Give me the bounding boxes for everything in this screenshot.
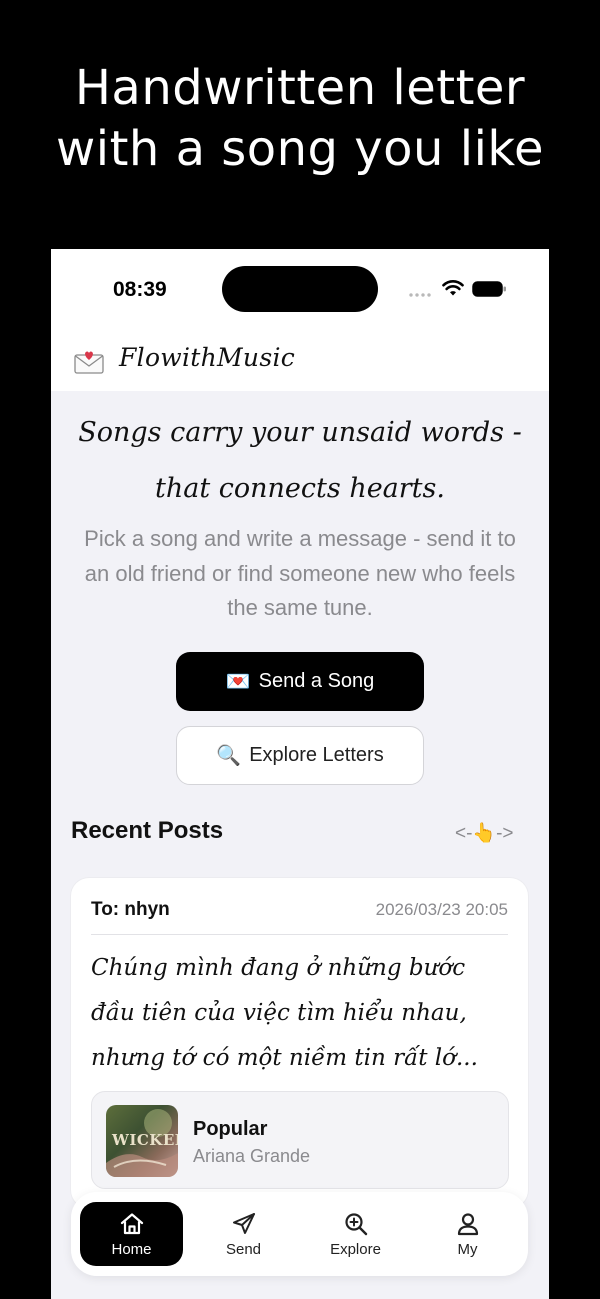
swipe-hint: <-👆->	[455, 823, 514, 844]
love-letter-icon: 💌	[225, 671, 251, 693]
album-cover-title: WICKED	[112, 1131, 178, 1149]
cellular-signal-icon	[408, 293, 432, 297]
wifi-icon	[442, 280, 464, 296]
tab-home[interactable]: Home	[80, 1202, 183, 1266]
post-recipient: To: nhyn	[91, 899, 170, 920]
tagline-line-2: that connects hearts.	[155, 473, 445, 504]
post-divider	[91, 934, 508, 935]
send-icon	[232, 1213, 255, 1234]
intro-description: Pick a song and write a message - send i…	[84, 526, 516, 620]
app-header: FlowithMusic	[51, 337, 549, 391]
status-bar: 08:39	[51, 249, 549, 337]
tab-my[interactable]: My	[416, 1202, 519, 1266]
tab-explore-label: Explore	[330, 1241, 381, 1258]
album-cover: WICKED	[106, 1105, 178, 1177]
send-a-song-button[interactable]: 💌 Send a Song	[176, 652, 424, 711]
explore-letters-button[interactable]: 🔍 Explore Letters	[176, 726, 424, 785]
home-icon	[120, 1213, 143, 1235]
post-date: 2026/03/23 20:05	[375, 900, 508, 919]
magnifier-icon: 🔍	[216, 745, 242, 767]
explore-letters-label: Explore Letters	[249, 744, 384, 766]
promo-line-1: Handwritten letter	[74, 60, 526, 116]
post-card[interactable]: To: nhyn 2026/03/23 20:05 Chúng mình đan…	[71, 878, 528, 1208]
send-a-song-label: Send a Song	[258, 670, 375, 692]
phone-screen: 08:39 FlowithMusic Songs carry your unsa…	[51, 249, 549, 1299]
tab-my-label: My	[457, 1241, 478, 1258]
explore-icon	[344, 1213, 367, 1236]
tab-send-label: Send	[225, 1241, 262, 1258]
app-name: FlowithMusic	[119, 343, 296, 372]
tab-explore[interactable]: Explore	[304, 1202, 407, 1266]
bottom-tab-bar: Home Send Explore My	[71, 1192, 528, 1276]
profile-icon	[457, 1213, 478, 1236]
promo-headline: Handwritten letter with a song you like	[0, 58, 600, 180]
recent-posts-title: Recent Posts	[71, 817, 224, 844]
song-artist: Ariana Grande	[193, 1146, 311, 1166]
post-message: Chúng mình đang ở những bước đầu tiên củ…	[91, 955, 478, 1071]
status-time: 08:39	[113, 278, 167, 301]
song-attachment[interactable]: WICKED Popular Ariana Grande	[91, 1091, 509, 1189]
dynamic-island	[222, 266, 378, 312]
battery-icon	[472, 281, 506, 297]
tab-home-label: Home	[111, 1241, 152, 1258]
song-title: Popular	[193, 1118, 268, 1140]
envelope-heart-icon[interactable]	[73, 347, 105, 375]
tagline-line-1: Songs carry your unsaid words -	[78, 417, 522, 448]
promo-line-2: with a song you like	[55, 121, 545, 177]
tab-send[interactable]: Send	[192, 1202, 295, 1266]
